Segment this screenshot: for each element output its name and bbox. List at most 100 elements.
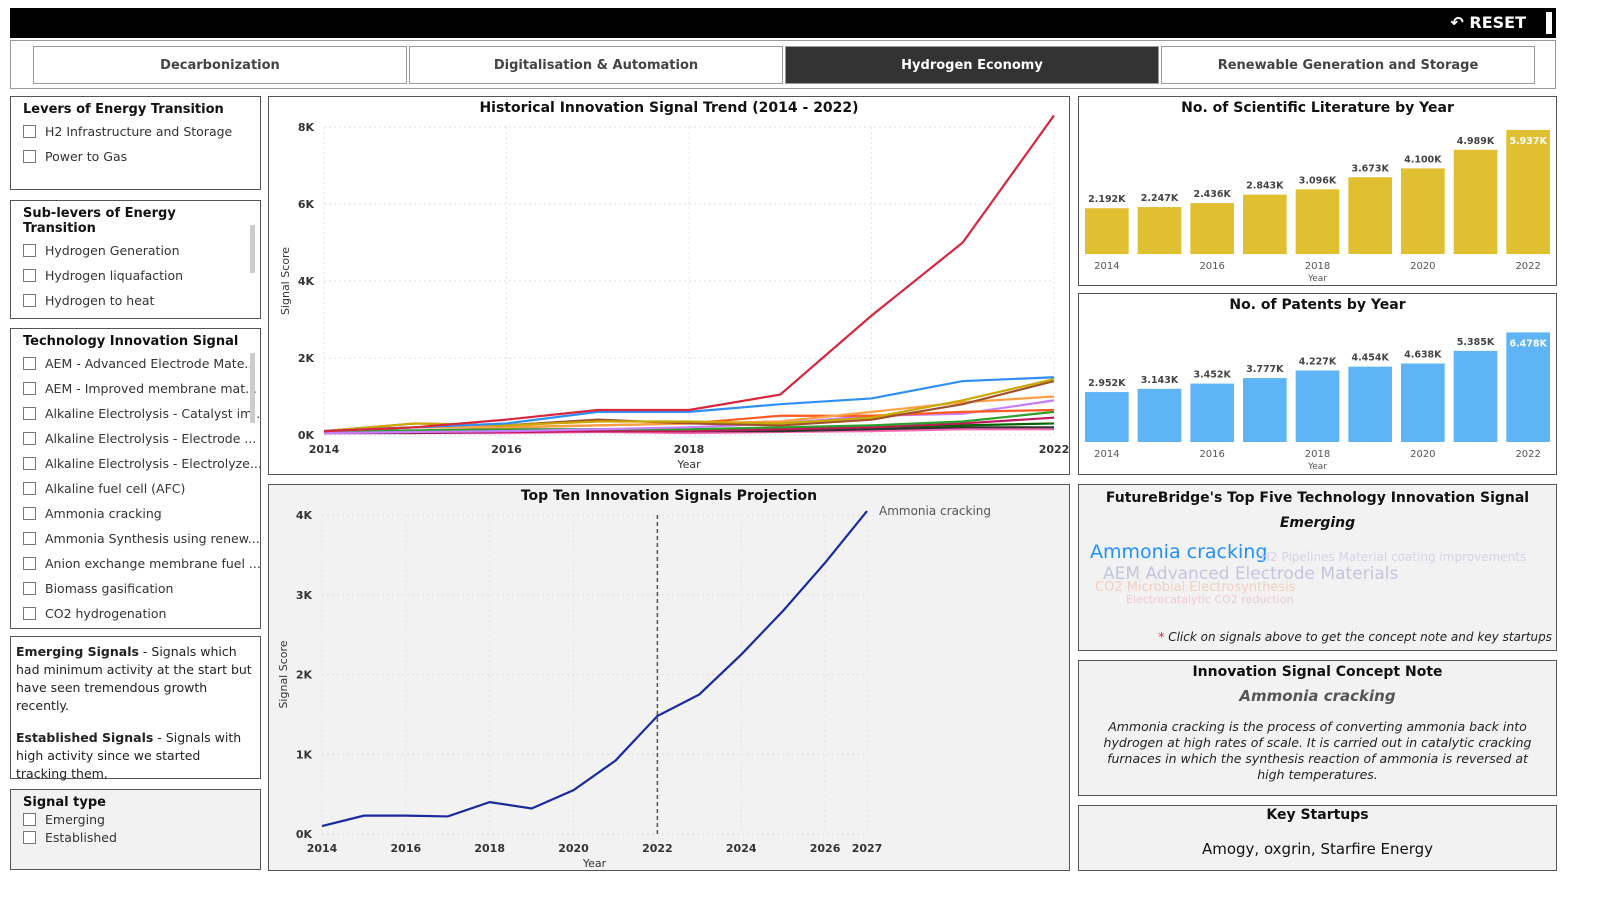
x-tick-label: 2022: [1515, 449, 1540, 460]
concept-signal-name: Ammonia cracking: [1239, 687, 1396, 705]
y-tick-label: 4K: [298, 275, 315, 288]
checkbox[interactable]: [23, 382, 36, 395]
trend-chart-panel: Historical Innovation Signal Trend (2014…: [268, 96, 1070, 475]
x-tick-label: 2020: [1410, 449, 1435, 460]
bar-data-label: 4.454K: [1351, 353, 1389, 364]
word-ammonia-cracking[interactable]: Ammonia cracking: [1090, 541, 1267, 563]
click-note: * Click on signals above to get the conc…: [1158, 630, 1552, 644]
checkbox[interactable]: [23, 830, 36, 844]
checkbox[interactable]: [23, 150, 36, 163]
checkbox[interactable]: [23, 557, 36, 570]
checkbox[interactable]: [23, 125, 36, 138]
undo-arrow-icon: ↶: [1450, 13, 1470, 32]
checkbox[interactable]: [23, 482, 36, 495]
bar-data-label: 2.192K: [1088, 194, 1126, 205]
checkbox-label: Power to Gas: [45, 149, 128, 164]
y-tick-label: 1K: [296, 748, 313, 761]
bar: [1190, 383, 1234, 442]
filter-checkbox-item[interactable]: Ammonia Synthesis using renew...: [11, 526, 260, 551]
bar-data-label: 3.452K: [1193, 370, 1231, 381]
x-tick-label: 2022: [1515, 261, 1540, 272]
tab-decarbonization[interactable]: Decarbonization: [33, 46, 407, 84]
x-tick-label: 2014: [1094, 261, 1119, 272]
word-h2-pipelines[interactable]: H2 Pipelines Material coating improvemen…: [1261, 550, 1526, 564]
bar-data-label: 2.952K: [1088, 378, 1126, 389]
filter-checkbox-item[interactable]: Alkaline Electrolysis - Catalyst im...: [11, 401, 260, 426]
filter-checkbox-item[interactable]: AEM - Improved membrane mat...: [11, 376, 260, 401]
x-tick-label: 2016: [491, 443, 522, 456]
levers-filter: Levers of Energy Transition H2 Infrastru…: [10, 96, 261, 190]
filter-checkbox-item[interactable]: Ammonia cracking: [11, 501, 260, 526]
checkbox[interactable]: [23, 457, 36, 470]
filter-checkbox-item[interactable]: Alkaline fuel cell (AFC): [11, 476, 260, 501]
emerging-term: Emerging Signals: [16, 644, 139, 659]
filter-checkbox-item[interactable]: Anion exchange membrane fuel ...: [11, 551, 260, 576]
checkbox[interactable]: [23, 269, 36, 282]
filter-checkbox-item[interactable]: H2 Infrastructure and Storage: [11, 119, 260, 144]
checkbox[interactable]: [23, 532, 36, 545]
tech-signal-filter: Technology Innovation Signal AEM - Advan…: [10, 328, 261, 629]
filter-checkbox-item[interactable]: Biomass gasification: [11, 576, 260, 601]
filter-checkbox-item[interactable]: Established: [11, 828, 260, 846]
bar: [1137, 388, 1182, 442]
x-tick-label: 2022: [1039, 443, 1070, 456]
checkbox[interactable]: [23, 582, 36, 595]
panel-title: Innovation Signal Concept Note: [1192, 664, 1443, 680]
bar: [1243, 378, 1287, 442]
note-text: Click on signals above to get the concep…: [1164, 630, 1552, 644]
bar-data-label: 2.247K: [1141, 193, 1179, 204]
x-tick-label: 2018: [1305, 261, 1330, 272]
bar-data-label: 4.100K: [1404, 154, 1442, 165]
checkbox-label: Alkaline Electrolysis - Electrolyze...: [45, 456, 260, 471]
bar: [1348, 366, 1392, 442]
filter-checkbox-item[interactable]: CO2 hydrogenation: [11, 601, 260, 626]
checkbox-label: Alkaline fuel cell (AFC): [45, 481, 186, 496]
y-tick-label: 2K: [296, 669, 313, 682]
filter-checkbox-item[interactable]: Hydrogen Generation: [11, 238, 260, 263]
filter-checkbox-item[interactable]: AEM - Advanced Electrode Mate...: [11, 351, 260, 376]
bar: [1295, 189, 1340, 254]
patents-chart: 2.952K 3.143K 3.452K 3.777K 4.227K 4.454K 4.63…: [1085, 332, 1550, 472]
projection-chart-panel: Top Ten Innovation Signals Projection 0K…: [268, 484, 1070, 871]
bar-data-label: 2.843K: [1246, 181, 1284, 192]
checkbox[interactable]: [23, 244, 36, 257]
checkbox-label: Hydrogen to heat: [45, 293, 155, 308]
checkbox[interactable]: [23, 432, 36, 445]
word-electrocatalytic[interactable]: Electrocatalytic CO2 reduction: [1126, 593, 1293, 606]
signal-legend-note: Emerging Signals - Signals which had min…: [10, 636, 261, 781]
filter-checkbox-item[interactable]: Emerging: [11, 810, 260, 828]
x-tick-label: 2018: [1305, 449, 1330, 460]
checkbox[interactable]: [23, 407, 36, 420]
checkbox-label: H2 Infrastructure and Storage: [45, 124, 233, 139]
checkbox[interactable]: [23, 607, 36, 620]
filter-checkbox-item[interactable]: Power to Gas: [11, 144, 260, 169]
checkbox[interactable]: [23, 812, 36, 826]
reset-button[interactable]: ↶ RESET: [1450, 13, 1526, 32]
scrollbar[interactable]: [250, 353, 255, 423]
filter-checkbox-item[interactable]: Alkaline Electrolysis - Electrode ...: [11, 426, 260, 451]
bar-data-label: 3.096K: [1299, 175, 1337, 186]
y-tick-label: 8K: [298, 121, 315, 134]
tab-hydrogen-economy[interactable]: Hydrogen Economy: [785, 46, 1159, 84]
filter-title: Sub-levers of Energy Transition: [23, 206, 176, 236]
checkbox[interactable]: [23, 357, 36, 370]
x-axis-label: Year: [676, 458, 701, 471]
tab-renewable[interactable]: Renewable Generation and Storage: [1161, 46, 1535, 84]
panel-subtitle: Emerging: [1279, 515, 1356, 531]
checkbox-label: Alkaline Electrolysis - Catalyst im...: [45, 406, 260, 421]
tab-digitalisation[interactable]: Digitalisation & Automation: [409, 46, 783, 84]
filter-title: Signal type: [23, 795, 106, 810]
checkbox-label: Alkaline Electrolysis - Electrode ...: [45, 431, 257, 446]
checkbox[interactable]: [23, 507, 36, 520]
bar-data-label: 3.777K: [1246, 364, 1284, 375]
filter-checkbox-item[interactable]: Alkaline Electrolysis - Electrolyze...: [11, 451, 260, 476]
bar: [1085, 208, 1129, 254]
bar: [1137, 207, 1182, 254]
filter-checkbox-item[interactable]: Hydrogen to heat: [11, 288, 260, 313]
scrollbar[interactable]: [250, 225, 255, 273]
filter-checkbox-item[interactable]: Hydrogen liquafaction: [11, 263, 260, 288]
checkbox[interactable]: [23, 294, 36, 307]
filter-checkbox-item[interactable]: Hydrogen to Power: [11, 313, 260, 319]
x-tick-label: 2014: [307, 842, 338, 855]
checkbox-label: Hydrogen to Power: [45, 318, 164, 319]
